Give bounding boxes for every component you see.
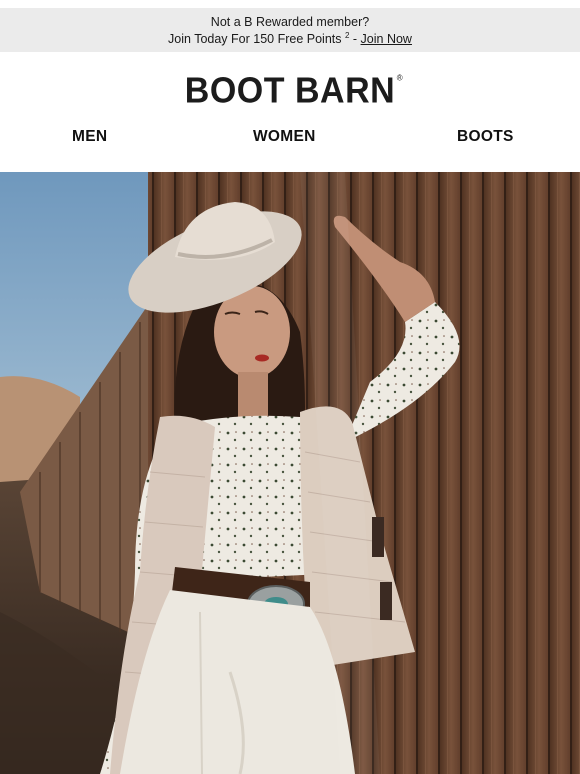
registered-mark: ®	[396, 73, 404, 83]
promo-separator: -	[349, 32, 361, 46]
main-nav: MEN WOMEN BOOTS	[0, 128, 580, 152]
nav-item-men[interactable]: MEN	[72, 128, 107, 146]
brand-logo-text: BOOT BARN	[184, 71, 396, 111]
promo-offer-text: Join Today For 150 Free Points	[168, 32, 342, 46]
join-now-link[interactable]: Join Now	[361, 32, 412, 46]
brand-logo-container[interactable]: BOOT BARN ®	[0, 71, 580, 112]
promo-line-1: Not a B Rewarded member?	[210, 15, 370, 29]
hero-image[interactable]	[0, 172, 580, 774]
promo-line-2: Join Today For 150 Free Points 2 - Join …	[0, 31, 580, 48]
hero-photo-illustration	[0, 172, 580, 774]
nav-item-women[interactable]: WOMEN	[253, 128, 316, 146]
brand-logo[interactable]: BOOT BARN ®	[184, 71, 403, 112]
nav-item-boots[interactable]: BOOTS	[457, 128, 514, 146]
promo-banner: Not a B Rewarded member? Join Today For …	[0, 8, 580, 52]
